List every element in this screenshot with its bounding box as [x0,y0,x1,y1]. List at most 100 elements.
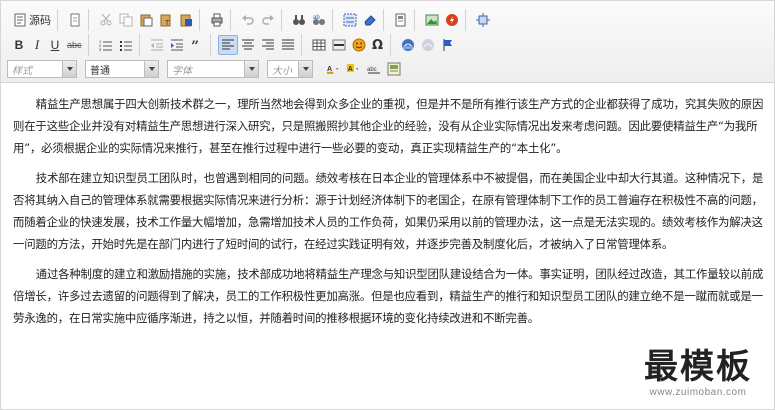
paste-button[interactable] [136,10,156,30]
rich-text-editor: 源码 T ab B I U abc 1 2 3 ” Ω 样式 普通 字体 大小 … [0,0,775,410]
redo-button[interactable] [258,10,278,30]
italic-button[interactable]: I [28,35,46,55]
media-group [419,9,466,31]
align-right-icon [261,38,275,52]
paste-word-button[interactable] [176,10,196,30]
chevron-down-icon[interactable] [244,61,258,77]
svg-text:T: T [165,20,170,27]
unlink-button[interactable] [418,35,438,55]
chevron-down-icon[interactable] [144,61,158,77]
clipboard-group: T [93,9,200,31]
numbered-list-icon: 123 [99,38,113,52]
eraser-icon [363,13,377,27]
smiley-button[interactable] [349,35,369,55]
indent-button[interactable] [167,35,187,55]
outdent-icon [150,38,164,52]
omega-icon: Ω [371,37,384,53]
size-combo[interactable]: 大小 [267,60,313,78]
replace-button[interactable]: ab [309,10,329,30]
align-right-button[interactable] [258,35,278,55]
toolbar-row-2: B I U abc 123 ” Ω [7,34,465,56]
show-blocks-icon: abc [367,62,381,76]
indent-icon [170,38,184,52]
horizontal-rule-icon [332,38,346,52]
editor-toolbar: 源码 T ab B I U abc 1 2 3 ” Ω 样式 普通 字体 大小 … [1,1,774,83]
insert-group: Ω [306,34,391,56]
bg-color-button[interactable]: A [344,59,364,79]
template-group [388,9,415,31]
copy-button[interactable] [116,10,136,30]
special-char-button[interactable]: Ω [369,35,387,55]
content-paragraph: 精益生产思想属于四大创新技术群之一，理所当然地会得到众多企业的重视，但是并不是所… [13,97,764,155]
new-page-button[interactable] [65,10,85,30]
chevron-down-icon[interactable] [298,61,312,77]
blockquote-button[interactable]: ” [187,35,207,55]
strikethrough-label: abc [67,40,82,50]
templates-icon [394,13,408,27]
bulleted-list-button[interactable] [116,35,136,55]
underline-label: U [50,38,60,52]
remove-format-button[interactable] [360,10,380,30]
site-watermark: 最模板 www.zuimoban.com [628,347,768,403]
italic-label: I [34,37,40,52]
maximize-button[interactable] [473,10,493,30]
table-icon [312,38,326,52]
paste-text-button[interactable]: T [156,10,176,30]
horizontal-rule-button[interactable] [329,35,349,55]
templates-button[interactable] [391,10,411,30]
select-all-icon [343,13,357,27]
format-combo[interactable]: 普通 [85,60,159,78]
undo-icon [241,13,255,27]
smiley-icon [352,38,366,52]
outdent-button[interactable] [147,35,167,55]
size-combo-value: 大小 [272,65,292,77]
cut-icon [99,13,113,27]
align-center-button[interactable] [238,35,258,55]
anchor-button[interactable] [438,35,458,55]
table-button[interactable] [309,35,329,55]
font-combo-value: 字体 [172,65,192,77]
preview-button[interactable] [384,59,404,79]
align-left-button[interactable] [217,35,238,55]
print-button[interactable] [207,10,227,30]
image-button[interactable] [422,10,442,30]
font-combo[interactable]: 字体 [167,60,259,78]
svg-text:abc: abc [367,67,377,73]
align-center-icon [241,38,255,52]
undo-button[interactable] [238,10,258,30]
strikethrough-button[interactable]: abc [64,35,85,55]
style-combo[interactable]: 样式 [7,60,77,78]
svg-text:A: A [348,66,353,73]
select-group [337,9,384,31]
link-button[interactable] [398,35,418,55]
flash-button[interactable] [442,10,462,30]
print-icon [210,13,224,27]
source-button[interactable]: 源码 [10,10,54,30]
watermark-url: www.zuimoban.com [649,387,747,398]
redo-icon [261,13,275,27]
print-group [204,9,231,31]
find-group: ab [286,9,333,31]
justify-button[interactable] [278,35,298,55]
show-blocks-button[interactable]: abc [364,59,384,79]
content-paragraph: 技术部在建立知识型员工团队时，也曾遇到相同的问题。绩效考核在日本企业的管理体系中… [13,171,764,251]
toolbar-row-1: 源码 T ab [7,9,500,31]
svg-text:”: ” [191,39,199,52]
find-button[interactable] [289,10,309,30]
select-all-button[interactable] [340,10,360,30]
bg-color-icon: A [347,62,361,76]
svg-text:ab: ab [313,15,320,21]
quote-icon: ” [190,38,204,52]
content-paragraph: 通过各种制度的建立和激励措施的实施，技术部成功地将精益生产理念与知识型团队建设结… [13,267,764,325]
maximize-icon [476,13,490,27]
numbered-list-button[interactable]: 123 [96,35,116,55]
align-group [215,34,302,56]
underline-button[interactable]: U [46,35,64,55]
bold-button[interactable]: B [10,35,28,55]
cut-button[interactable] [96,10,116,30]
editor-content[interactable]: 精益生产思想属于四大创新技术群之一，理所当然地会得到众多企业的重视，但是并不是所… [13,93,771,337]
chevron-down-icon[interactable] [62,61,76,77]
text-color-button[interactable]: A [324,59,344,79]
source-label: 源码 [29,15,51,27]
flash-icon [445,13,459,27]
